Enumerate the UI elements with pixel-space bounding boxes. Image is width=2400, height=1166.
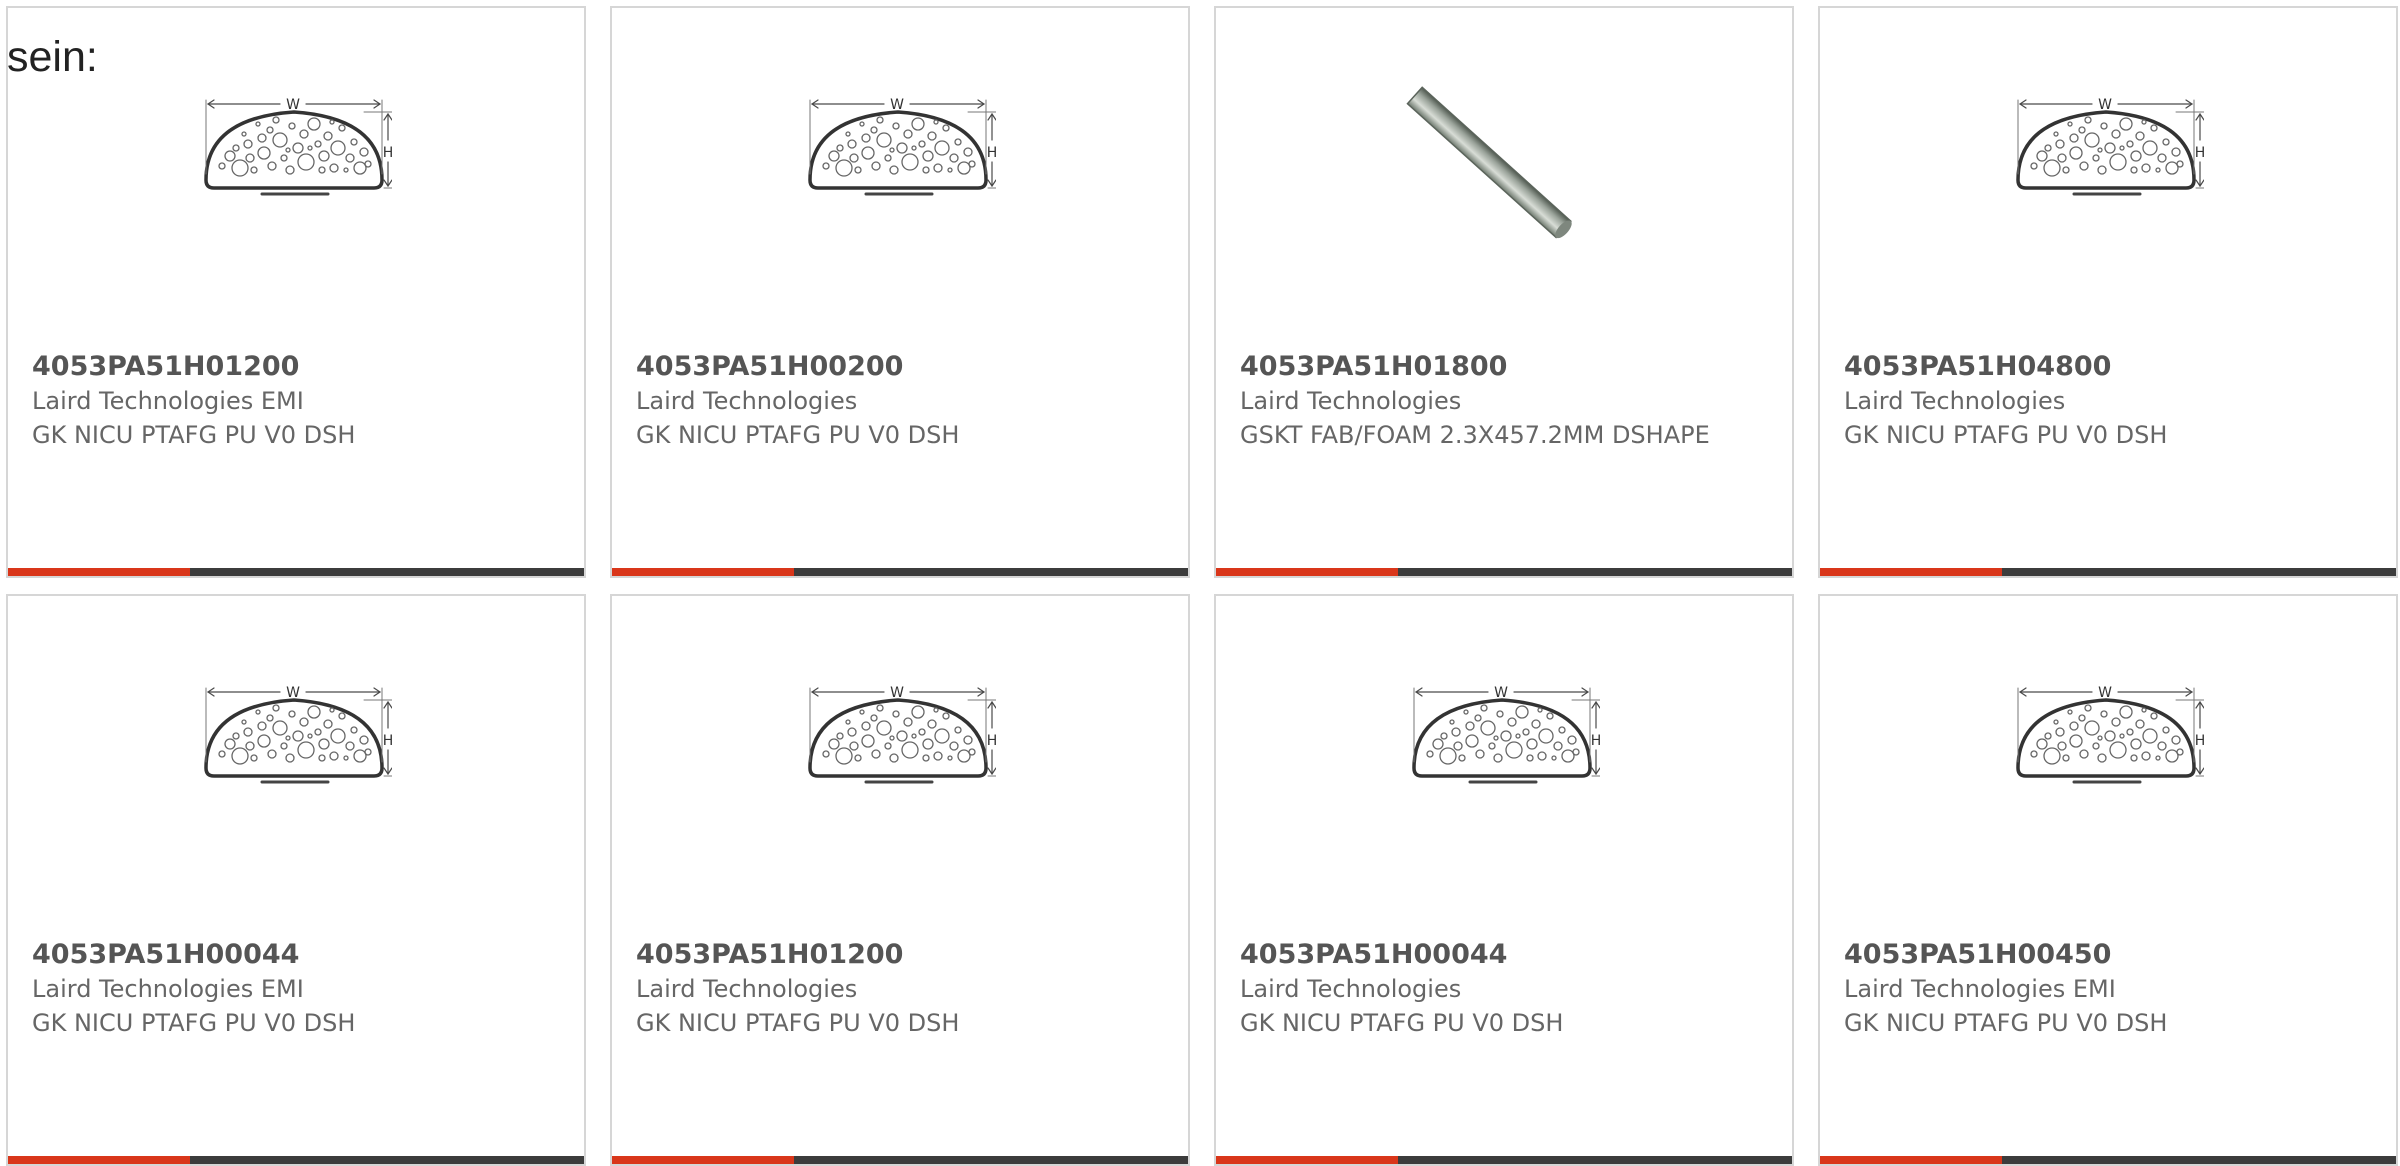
card-bottom-bar (1820, 568, 2396, 576)
product-card[interactable]: WH 4053PA51H01200 Laird Technologies GK … (610, 594, 1190, 1166)
card-bottom-bar (612, 1156, 1188, 1164)
product-card[interactable]: WH 4053PA51H00044 Laird Technologies GK … (1214, 594, 1794, 1166)
card-accent-bar (1216, 1156, 1398, 1164)
manufacturer: Laird Technologies EMI (32, 975, 304, 1003)
gasket-strip-photo (1400, 78, 1600, 278)
d-shape-profile-diagram-svg: WH (2016, 685, 2204, 784)
height-label: H (987, 733, 996, 749)
intro-text: sein: (7, 33, 98, 81)
d-shape-profile-diagram-svg: WH (808, 97, 996, 196)
d-shape-profile-diagram: WH (2004, 666, 2204, 866)
product-grid: WH 4053PA51H01200 Laird Technologies EMI… (6, 6, 2398, 1166)
card-bottom-bar (8, 1156, 584, 1164)
manufacturer: Laird Technologies (636, 387, 858, 415)
gasket-strip-photo-svg (1406, 86, 1572, 239)
manufacturer: Laird Technologies EMI (32, 387, 304, 415)
card-bottom-bar (8, 568, 584, 576)
card-bottom-bar (1216, 568, 1792, 576)
description: GSKT FAB/FOAM 2.3X457.2MM DSHAPE (1240, 421, 1710, 449)
manufacturer: Laird Technologies (1240, 387, 1462, 415)
description: GK NICU PTAFG PU V0 DSH (1844, 421, 2168, 449)
manufacturer: Laird Technologies EMI (1844, 975, 2116, 1003)
d-shape-profile-diagram-svg: WH (204, 685, 392, 784)
part-number[interactable]: 4053PA51H00044 (32, 938, 560, 972)
description: GK NICU PTAFG PU V0 DSH (1844, 1009, 2168, 1037)
d-shape-profile-diagram: WH (796, 78, 996, 278)
card-accent-bar (612, 1156, 794, 1164)
card-accent-bar (8, 568, 190, 576)
product-card[interactable]: 4053PA51H01800 Laird Technologies GSKT F… (1214, 6, 1794, 578)
part-number[interactable]: 4053PA51H01200 (32, 350, 560, 384)
product-card[interactable]: WH 4053PA51H00200 Laird Technologies GK … (610, 6, 1190, 578)
d-shape-profile-diagram: WH (2004, 78, 2204, 278)
width-label: W (2098, 97, 2112, 113)
part-number[interactable]: 4053PA51H01200 (636, 938, 1164, 972)
part-number[interactable]: 4053PA51H00044 (1240, 938, 1768, 972)
d-shape-profile-diagram: WH (796, 666, 996, 866)
width-label: W (286, 685, 300, 701)
d-shape-profile-diagram-svg: WH (808, 685, 996, 784)
height-label: H (383, 733, 392, 749)
d-shape-profile-diagram: WH (192, 666, 392, 866)
description: GK NICU PTAFG PU V0 DSH (32, 1009, 356, 1037)
product-card[interactable]: WH 4053PA51H00450 Laird Technologies EMI… (1818, 594, 2398, 1166)
height-label: H (987, 145, 996, 161)
height-label: H (2195, 145, 2204, 161)
height-label: H (1591, 733, 1600, 749)
manufacturer: Laird Technologies (636, 975, 858, 1003)
width-label: W (1494, 685, 1508, 701)
description: GK NICU PTAFG PU V0 DSH (636, 421, 960, 449)
description: GK NICU PTAFG PU V0 DSH (1240, 1009, 1564, 1037)
card-bottom-bar (1820, 1156, 2396, 1164)
height-label: H (2195, 733, 2204, 749)
width-label: W (890, 97, 904, 113)
manufacturer: Laird Technologies (1240, 975, 1462, 1003)
manufacturer: Laird Technologies (1844, 387, 2066, 415)
part-number[interactable]: 4053PA51H00200 (636, 350, 1164, 384)
part-number[interactable]: 4053PA51H00450 (1844, 938, 2372, 972)
card-bottom-bar (1216, 1156, 1792, 1164)
description: GK NICU PTAFG PU V0 DSH (32, 421, 356, 449)
product-card[interactable]: WH 4053PA51H01200 Laird Technologies EMI… (6, 6, 586, 578)
d-shape-profile-diagram: WH (1400, 666, 1600, 866)
part-number[interactable]: 4053PA51H04800 (1844, 350, 2372, 384)
card-accent-bar (1820, 568, 2002, 576)
width-label: W (286, 97, 300, 113)
card-bottom-bar (612, 568, 1188, 576)
product-card[interactable]: WH 4053PA51H04800 Laird Technologies GK … (1818, 6, 2398, 578)
product-card[interactable]: WH 4053PA51H00044 Laird Technologies EMI… (6, 594, 586, 1166)
part-number[interactable]: 4053PA51H01800 (1240, 350, 1768, 384)
d-shape-profile-diagram: WH (192, 78, 392, 278)
height-label: H (383, 145, 392, 161)
width-label: W (890, 685, 904, 701)
d-shape-profile-diagram-svg: WH (1412, 685, 1600, 784)
d-shape-profile-diagram-svg: WH (204, 97, 392, 196)
description: GK NICU PTAFG PU V0 DSH (636, 1009, 960, 1037)
d-shape-profile-diagram-svg: WH (2016, 97, 2204, 196)
card-accent-bar (1216, 568, 1398, 576)
width-label: W (2098, 685, 2112, 701)
card-accent-bar (612, 568, 794, 576)
card-accent-bar (1820, 1156, 2002, 1164)
card-accent-bar (8, 1156, 190, 1164)
